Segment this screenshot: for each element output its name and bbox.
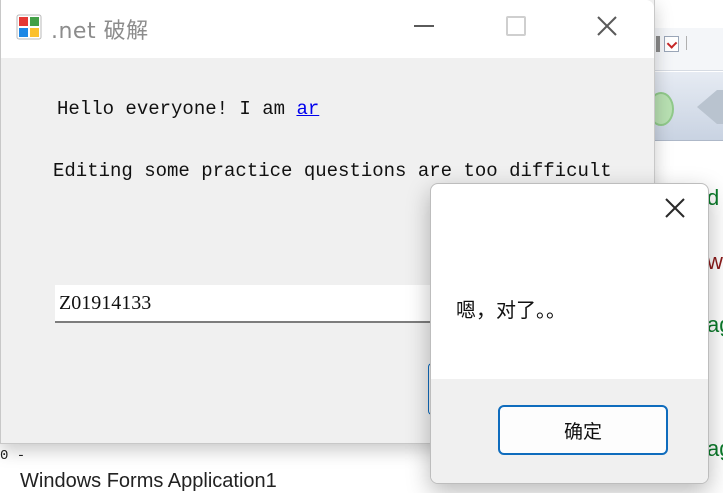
ok-button[interactable]: 确定 <box>498 405 668 455</box>
message-dialog: 嗯，对了。。 确定 <box>430 183 709 484</box>
serial-input[interactable] <box>55 285 455 323</box>
title-bar[interactable]: .net 破解 <box>1 0 654 58</box>
code-fragment: ag <box>707 312 723 337</box>
author-link[interactable]: ar <box>296 98 319 120</box>
dialog-footer: 确定 <box>431 379 708 483</box>
close-button[interactable] <box>561 0 653 52</box>
description-label: Editing some practice questions are too … <box>53 160 612 182</box>
toolbar-separator <box>686 36 687 50</box>
code-fragment: w <box>707 249 723 274</box>
window-title: .net 破解 <box>51 19 149 44</box>
windows-app-icon <box>16 14 42 40</box>
back-arrow-icon[interactable] <box>697 90 717 124</box>
hello-text: Hello everyone! I am <box>57 98 297 120</box>
back-arrow-bar <box>717 90 723 124</box>
output-line: 0 - <box>0 448 26 464</box>
code-fragment: ag <box>707 436 723 461</box>
minimize-button[interactable] <box>377 0 469 52</box>
close-icon <box>665 198 685 218</box>
hello-label: Hello everyone! I am ar <box>57 98 319 120</box>
dialog-close-button[interactable] <box>657 194 693 222</box>
maximize-button[interactable] <box>469 0 561 52</box>
dialog-message: 嗯，对了。。 <box>456 298 566 322</box>
toolbar-separator <box>656 36 660 52</box>
checklist-icon[interactable] <box>664 36 679 52</box>
close-icon <box>597 16 617 36</box>
